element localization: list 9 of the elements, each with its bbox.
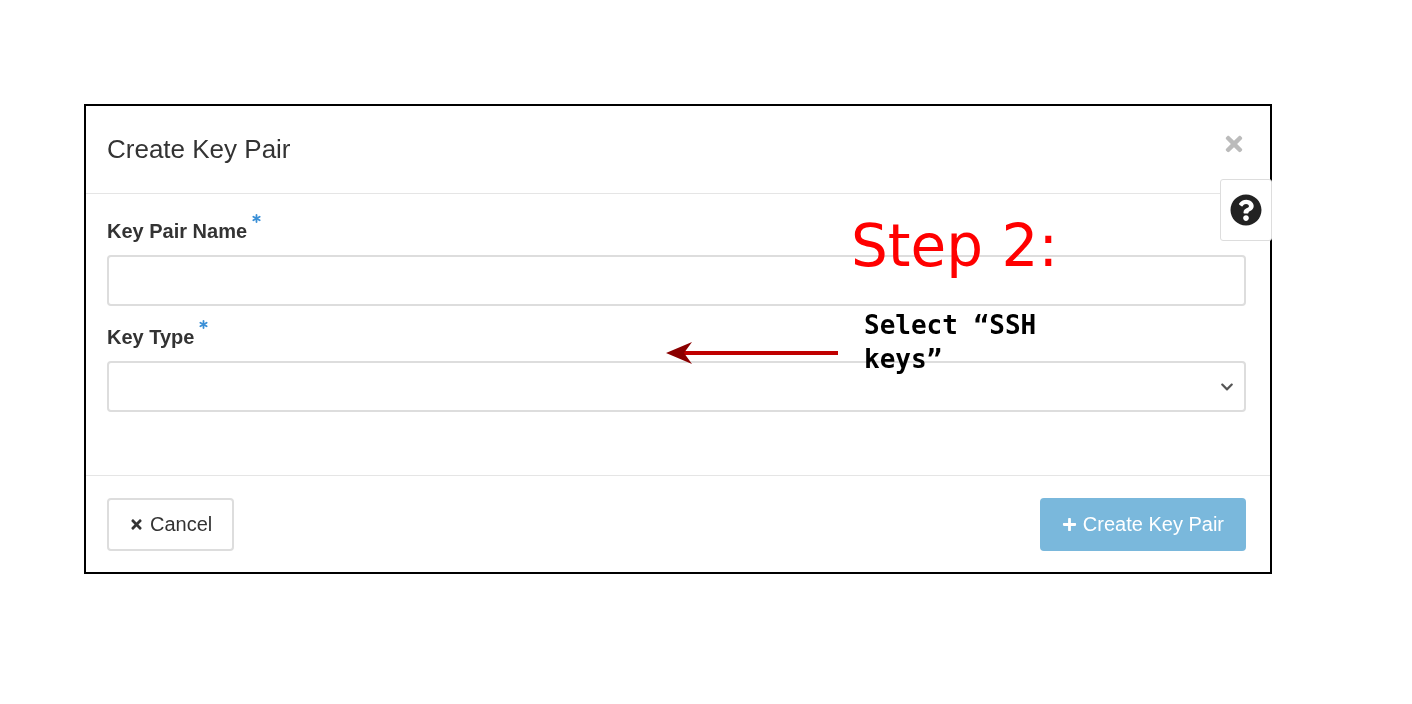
field-label: Key Pair Name	[107, 220, 248, 243]
cancel-button[interactable]: Cancel	[107, 497, 235, 551]
close-icon	[129, 516, 144, 532]
field-label: Key Type	[107, 326, 195, 349]
help-button[interactable]	[1220, 179, 1272, 241]
help-icon	[1230, 194, 1262, 226]
dialog-title: Create Key Pair	[107, 134, 291, 165]
annotation-note: Select “SSH keys”	[864, 309, 1038, 376]
plus-icon	[1061, 516, 1077, 532]
